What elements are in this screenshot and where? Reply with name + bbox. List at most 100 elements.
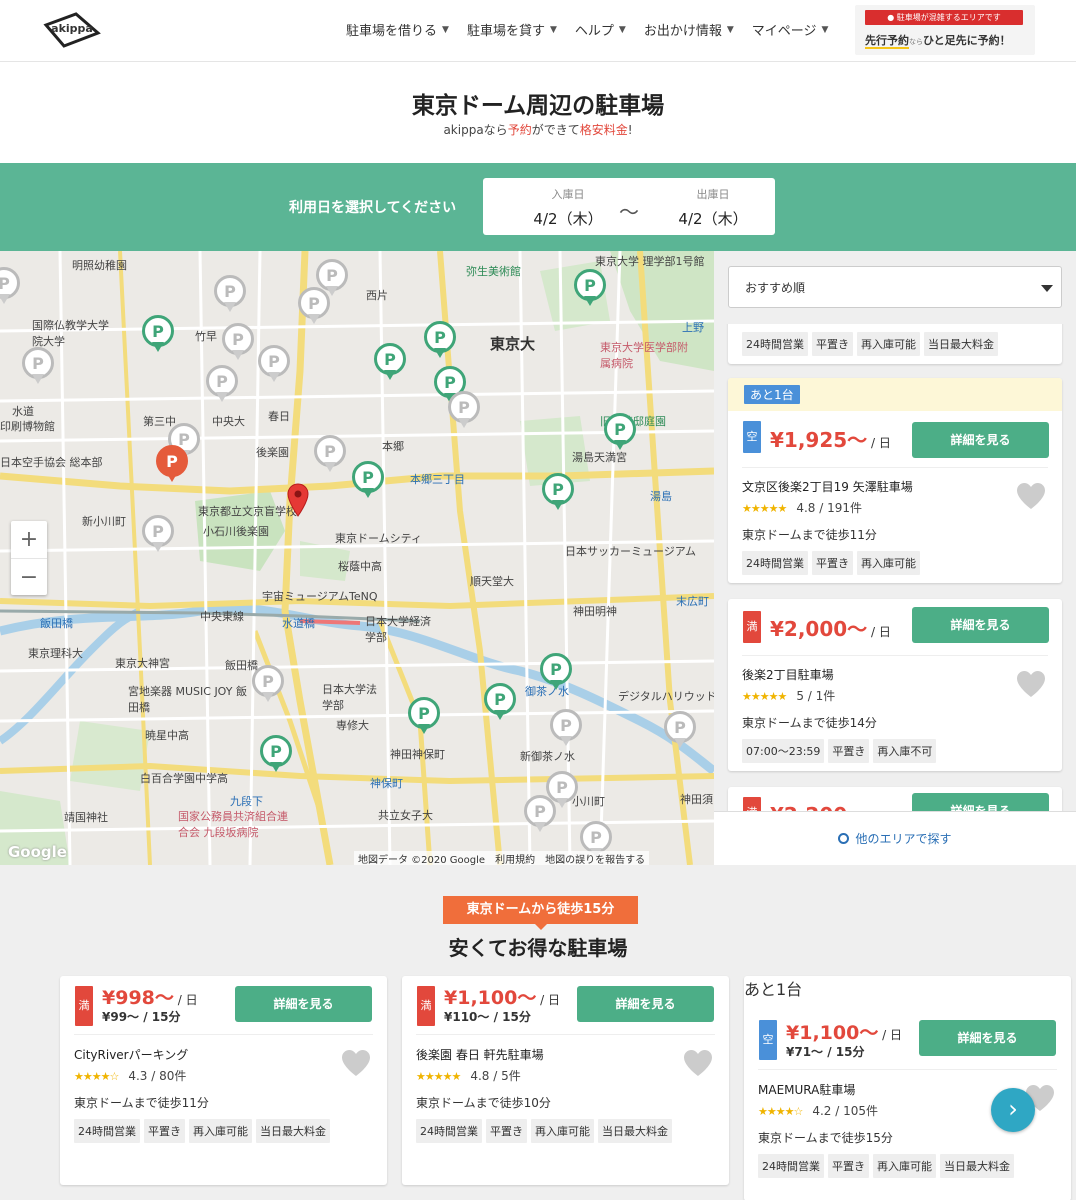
feature-tags: 24時間営業 平置き 再入庫可能 当日最大料金 [758,1154,1057,1178]
selected-parking-pin[interactable]: P [156,445,188,485]
nav-rent-parking[interactable]: 駐車場を借りる ▼ [346,20,449,39]
nav-label: マイページ [751,24,817,39]
report-error-link[interactable]: 地図の誤りを報告する [545,851,645,865]
nav-help[interactable]: ヘルプ ▼ [575,20,626,39]
parking-list-panel: おすすめ順 24時間営業 平置き 再入庫可能 当日最大料金 あと1台 空 ¥1,… [714,251,1076,865]
map-label: 共立女子大 [378,809,433,822]
parking-pin[interactable]: P [214,275,246,315]
feature-tag: 当日最大料金 [598,1119,672,1143]
title-area: 東京ドーム周辺の駐車場 akippaなら予約ができて格安料金! [0,62,1076,163]
parking-pin[interactable]: P [314,435,346,475]
parking-pin-tail [0,294,10,304]
parking-pin-tail [550,680,562,690]
parking-pin[interactable]: P [542,473,574,513]
parking-pin[interactable]: P [448,391,480,431]
parking-pin-tail [434,348,446,358]
parking-pin[interactable]: P [424,321,456,361]
parking-pin[interactable]: P [352,461,384,501]
parking-pin[interactable]: P [374,343,406,383]
feature-tag: 再入庫可能 [189,1119,252,1143]
parking-pin[interactable]: P [142,315,174,355]
nav-mypage[interactable]: マイページ ▼ [752,20,829,39]
feature-tag: 24時間営業 [758,1154,824,1178]
date-select-label: 利用日を選択してください [289,200,457,216]
parking-pin[interactable]: P [252,665,284,705]
parking-card[interactable]: あと1台 空 ¥1,925〜 / 日 詳細を見る 文京区後楽2丁目19 矢澤駐車… [728,378,1062,583]
site-header: akippa 駐車場を借りる ▼ 駐車場を貸す ▼ ヘルプ ▼ お出かけ情報 ▼ マイペ… [0,0,1076,62]
parking-pin[interactable]: P [222,323,254,363]
parking-card[interactable]: 満 ¥998〜 / 日 ¥99〜 / 15分 詳細を見る CityRiverパー… [60,976,387,1185]
carousel-next-button[interactable]: › [991,1088,1035,1132]
favorite-heart-icon[interactable] [683,1049,713,1077]
nav-outing-info[interactable]: お出かけ情報 ▼ [644,20,734,39]
parking-pin[interactable]: P [142,515,174,555]
detail-button[interactable]: 詳細を見る [912,793,1049,811]
detail-button[interactable]: 詳細を見る [577,986,714,1022]
parking-pin[interactable]: P [574,269,606,309]
advance-booking-banner[interactable]: ● 駐車場が混雑するエリアです 先行予約ならひと足先に予約！ [855,5,1035,55]
parking-pin-tail [556,798,568,808]
map-label: 本郷 [382,440,404,453]
parking-card[interactable]: 満 ¥1,100〜 / 日 ¥110〜 / 15分 詳細を見る 後楽園 春日 軒… [402,976,729,1185]
parking-pin[interactable]: P [258,345,290,385]
detail-button[interactable]: 詳細を見る [912,422,1049,458]
main-nav: 駐車場を借りる ▼ 駐車場を貸す ▼ ヘルプ ▼ お出かけ情報 ▼ マイページ ▼ [346,20,828,39]
parking-pin[interactable]: P [408,697,440,737]
parking-pin[interactable]: P [524,795,556,835]
favorite-heart-icon[interactable] [341,1049,371,1077]
chevron-down-icon: ▼ [821,24,829,35]
daily-price: ¥2,200〜 / 日 [770,799,891,811]
full-badge: 満 [417,986,435,1026]
favorite-heart-icon[interactable] [1016,670,1046,698]
parking-pin[interactable]: P [484,683,516,723]
parking-pin[interactable]: P [540,653,572,693]
chevron-down-icon: ▼ [618,24,626,35]
parking-card[interactable]: 24時間営業 平置き 再入庫可能 当日最大料金 [728,324,1062,364]
parking-pin[interactable]: P [316,259,348,299]
parking-card[interactable]: 満 ¥2,200〜 / 日 詳細を見る [728,787,1062,811]
parking-card[interactable]: あと1台 空 ¥1,100〜 / 日 ¥71〜 / 15分 詳細を見る MAEM… [744,976,1071,1200]
date-picker[interactable]: 入庫日 4/2（木） 〜 出庫日 4/2（木） [483,178,775,235]
parking-pin[interactable]: P [0,267,20,307]
favorite-heart-icon[interactable] [1016,482,1046,510]
availability-badge: あと1台 [744,385,800,404]
feature-tag: 24時間営業 [74,1119,140,1143]
page-title: 東京ドーム周辺の駐車場 [411,93,665,119]
feature-tag: 平置き [828,739,870,763]
parking-pin[interactable]: P [206,365,238,405]
walk-time: 東京ドームまで徒歩11分 [74,1096,209,1110]
parking-map[interactable]: 明照幼稚園 弥生美術館 東京大学 理学部1号館 西片 国際仏教学大学院大学 竹早… [0,251,714,865]
advance-booking-highlight: 先行予約 [865,34,909,49]
parking-pin-tail [458,418,470,428]
search-other-area-link[interactable]: 他のエリアで探す [714,811,1076,865]
sort-select[interactable]: おすすめ順 [728,266,1062,308]
advance-booking-rest: ひと足先に予約！ [923,34,1011,47]
akippa-logo[interactable]: akippa [42,11,102,49]
zoom-out-button[interactable]: − [11,558,47,595]
feature-tag: 当日最大料金 [940,1154,1014,1178]
parking-pin[interactable]: P [22,347,54,387]
check-in-date[interactable]: 入庫日 4/2（木） [508,186,628,229]
parking-list[interactable]: 24時間営業 平置き 再入庫可能 当日最大料金 あと1台 空 ¥1,925〜 /… [714,324,1076,811]
map-label: 竹早 [195,330,217,343]
parking-pin[interactable]: P [260,735,292,775]
parking-pin[interactable]: P [664,711,696,751]
parking-card[interactable]: 満 ¥2,000〜 / 日 詳細を見る 後楽2丁目駐車場 ★★★★★ 5 / 1件… [728,599,1062,771]
price-value: ¥1,100〜 [444,987,537,1009]
parking-pin[interactable]: P [604,413,636,453]
card-body: 後楽2丁目駐車場 ★★★★★ 5 / 1件 東京ドームまで徒歩14分 07:00〜… [742,655,1048,763]
detail-button[interactable]: 詳細を見る [919,1020,1056,1056]
parking-name: 後楽園 春日 軒先駐車場 [416,1048,544,1062]
detail-button[interactable]: 詳細を見る [912,607,1049,643]
parking-pin[interactable]: P [550,709,582,749]
feature-tag: 再入庫不可 [873,739,937,763]
nav-lend-parking[interactable]: 駐車場を貸す ▼ [467,20,557,39]
zoom-in-button[interactable]: + [11,521,47,558]
map-zoom-control: + − [11,521,47,595]
check-out-date[interactable]: 出庫日 4/2（木） [653,186,773,229]
map-label: 神保町 [370,777,403,790]
terms-link[interactable]: 利用規約 [495,851,535,865]
detail-button[interactable]: 詳細を見る [235,986,372,1022]
parking-pin-tail [152,542,164,552]
parking-pin-tail [270,762,282,772]
